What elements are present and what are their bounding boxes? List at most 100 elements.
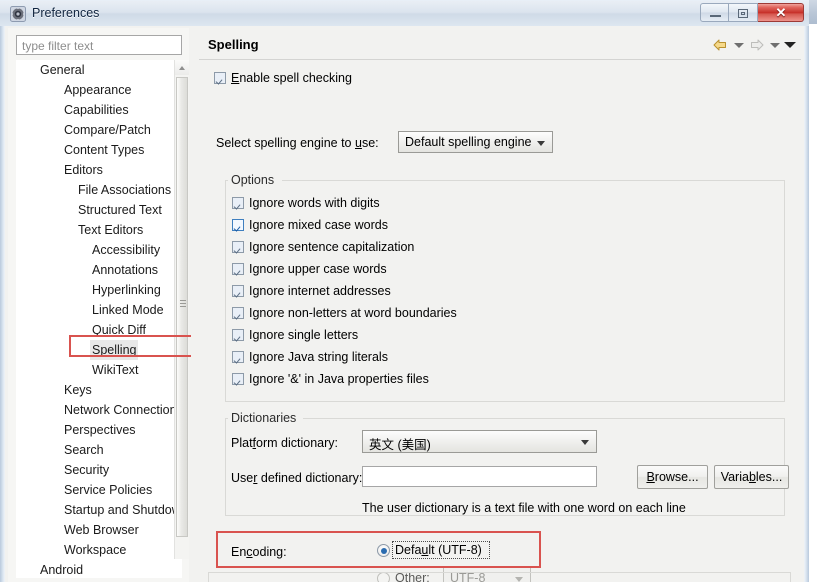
minimize-button[interactable] bbox=[700, 3, 729, 22]
tree-item-label: File Associations bbox=[76, 180, 173, 200]
sidebar-item-appearance[interactable]: Appearance bbox=[16, 80, 182, 100]
filter-input[interactable]: type filter text bbox=[16, 35, 182, 55]
pane-splitter[interactable] bbox=[191, 28, 199, 582]
user-dictionary-input[interactable] bbox=[362, 466, 597, 487]
scrollbar-thumb[interactable] bbox=[176, 77, 188, 537]
platform-dictionary-combobox[interactable]: 英文 (美国) bbox=[362, 430, 597, 453]
tree-item-label: Appearance bbox=[62, 80, 133, 100]
sidebar-item-workspace[interactable]: Workspace bbox=[16, 540, 182, 560]
platform-dictionary-label: Platform dictionary: bbox=[231, 436, 338, 450]
option-checkbox[interactable] bbox=[232, 373, 244, 385]
tree-item-label: Android bbox=[38, 560, 85, 578]
sidebar-item-startup-and-shutdown[interactable]: Startup and Shutdown bbox=[16, 500, 182, 520]
dictionary-hint: The user dictionary is a text file with … bbox=[362, 501, 686, 515]
sidebar-item-perspectives[interactable]: Perspectives bbox=[16, 420, 182, 440]
close-icon: ✕ bbox=[758, 4, 804, 21]
tree-item-label: Search bbox=[62, 440, 106, 460]
view-menu-chevron-down-icon[interactable] bbox=[784, 38, 795, 52]
tree-item-label: Capabilities bbox=[62, 100, 131, 120]
title-bar[interactable]: Preferences ✕ bbox=[0, 0, 809, 26]
option-row-ignore-non-letters-at-word-boundaries[interactable]: Ignore non-letters at word boundaries bbox=[232, 306, 457, 320]
sidebar-item-accessibility[interactable]: Accessibility bbox=[16, 240, 182, 260]
sidebar-item-linked-mode[interactable]: Linked Mode bbox=[16, 300, 182, 320]
sidebar-item-text-editors[interactable]: Text Editors bbox=[16, 220, 182, 240]
tree-item-label: General bbox=[38, 60, 86, 80]
option-row-ignore-words-with-digits[interactable]: Ignore words with digits bbox=[232, 196, 380, 210]
option-row-ignore-sentence-capitalization[interactable]: Ignore sentence capitalization bbox=[232, 240, 414, 254]
tree-item-label: Text Editors bbox=[76, 220, 145, 240]
tree-item-label: Web Browser bbox=[62, 520, 141, 540]
sidebar-item-capabilities[interactable]: Capabilities bbox=[16, 100, 182, 120]
sidebar-item-keys[interactable]: Keys bbox=[16, 380, 182, 400]
enable-spell-checking-label: Enable spell checking bbox=[231, 71, 352, 85]
option-row-ignore-single-letters[interactable]: Ignore single letters bbox=[232, 328, 358, 342]
sidebar-item-structured-text[interactable]: Structured Text bbox=[16, 200, 182, 220]
preferences-tree[interactable]: GeneralAppearanceCapabilitiesCompare/Pat… bbox=[16, 60, 182, 578]
option-checkbox[interactable] bbox=[232, 241, 244, 253]
sidebar-item-general[interactable]: General bbox=[16, 60, 182, 80]
option-checkbox[interactable] bbox=[232, 307, 244, 319]
option-row-ignore-java-string-literals[interactable]: Ignore Java string literals bbox=[232, 350, 388, 364]
sidebar-item-annotations[interactable]: Annotations bbox=[16, 260, 182, 280]
sidebar-item-file-associations[interactable]: File Associations bbox=[16, 180, 182, 200]
advanced-group bbox=[208, 572, 791, 582]
browse-button-label: Browse... bbox=[646, 470, 698, 484]
option-checkbox[interactable] bbox=[232, 329, 244, 341]
option-checkbox[interactable] bbox=[232, 285, 244, 297]
enable-spell-checking-checkbox[interactable] bbox=[214, 72, 226, 84]
option-checkbox[interactable] bbox=[232, 351, 244, 363]
filter-placeholder: type filter text bbox=[22, 39, 93, 53]
minimize-icon bbox=[710, 15, 721, 17]
sidebar-item-wikitext[interactable]: WikiText bbox=[16, 360, 182, 380]
option-checkbox[interactable] bbox=[232, 219, 244, 231]
sidebar-item-search[interactable]: Search bbox=[16, 440, 182, 460]
browse-button[interactable]: Browse... bbox=[637, 465, 708, 489]
tree-item-label: Accessibility bbox=[90, 240, 162, 260]
tree-item-label: Compare/Patch bbox=[62, 120, 153, 140]
forward-menu-chevron-down-icon[interactable] bbox=[769, 38, 780, 52]
dictionaries-group-title: Dictionaries bbox=[228, 411, 299, 425]
sidebar-item-web-browser[interactable]: Web Browser bbox=[16, 520, 182, 540]
tree-item-label: WikiText bbox=[90, 360, 141, 380]
sidebar-item-service-policies[interactable]: Service Policies bbox=[16, 480, 182, 500]
window-title: Preferences bbox=[32, 6, 99, 20]
maximize-button[interactable] bbox=[729, 3, 758, 22]
scroll-up-icon[interactable] bbox=[175, 60, 189, 75]
back-menu-chevron-down-icon[interactable] bbox=[733, 38, 744, 52]
sidebar-item-hyperlinking[interactable]: Hyperlinking bbox=[16, 280, 182, 300]
options-group-title: Options bbox=[228, 173, 277, 187]
sidebar-item-content-types[interactable]: Content Types bbox=[16, 140, 182, 160]
option-row-ignore-mixed-case-words[interactable]: Ignore mixed case words bbox=[232, 218, 388, 232]
spelling-engine-combobox[interactable]: Default spelling engine bbox=[398, 131, 553, 153]
close-button[interactable]: ✕ bbox=[758, 3, 804, 22]
variables-button[interactable]: Variables... bbox=[714, 465, 789, 489]
option-row-ignore-upper-case-words[interactable]: Ignore upper case words bbox=[232, 262, 387, 276]
tree-item-label: Structured Text bbox=[76, 200, 164, 220]
tree-scrollbar[interactable] bbox=[174, 60, 189, 559]
header-divider bbox=[199, 59, 801, 60]
sidebar-item-security[interactable]: Security bbox=[16, 460, 182, 480]
tree-list: GeneralAppearanceCapabilitiesCompare/Pat… bbox=[16, 60, 182, 578]
tree-item-label: Linked Mode bbox=[90, 300, 166, 320]
sidebar-item-editors[interactable]: Editors bbox=[16, 160, 182, 180]
platform-dictionary-value: 英文 (美国) bbox=[369, 434, 431, 453]
sidebar-item-compare-patch[interactable]: Compare/Patch bbox=[16, 120, 182, 140]
tree-item-label: Annotations bbox=[90, 260, 160, 280]
window-controls: ✕ bbox=[700, 3, 804, 23]
scrollbar-grip-icon bbox=[180, 300, 186, 307]
option-label: Ignore words with digits bbox=[249, 196, 380, 210]
spelling-engine-value: Default spelling engine bbox=[405, 135, 531, 149]
sidebar-item-network-connections[interactable]: Network Connections bbox=[16, 400, 182, 420]
tree-item-label: Editors bbox=[62, 160, 105, 180]
page-title: Spelling bbox=[208, 37, 259, 52]
preferences-window: Preferences ✕ type filter text bbox=[0, 0, 817, 582]
nav-toolbar bbox=[712, 36, 795, 54]
option-row-ignore-internet-addresses[interactable]: Ignore internet addresses bbox=[232, 284, 391, 298]
sidebar-item-android[interactable]: Android bbox=[16, 560, 182, 578]
option-row-ignore-in-java-properties-files[interactable]: Ignore '&' in Java properties files bbox=[232, 372, 429, 386]
enable-spell-checking-row[interactable]: Enable spell checking bbox=[214, 71, 352, 85]
back-arrow-icon[interactable] bbox=[712, 37, 729, 53]
option-checkbox[interactable] bbox=[232, 197, 244, 209]
option-label: Ignore mixed case words bbox=[249, 218, 388, 232]
option-checkbox[interactable] bbox=[232, 263, 244, 275]
